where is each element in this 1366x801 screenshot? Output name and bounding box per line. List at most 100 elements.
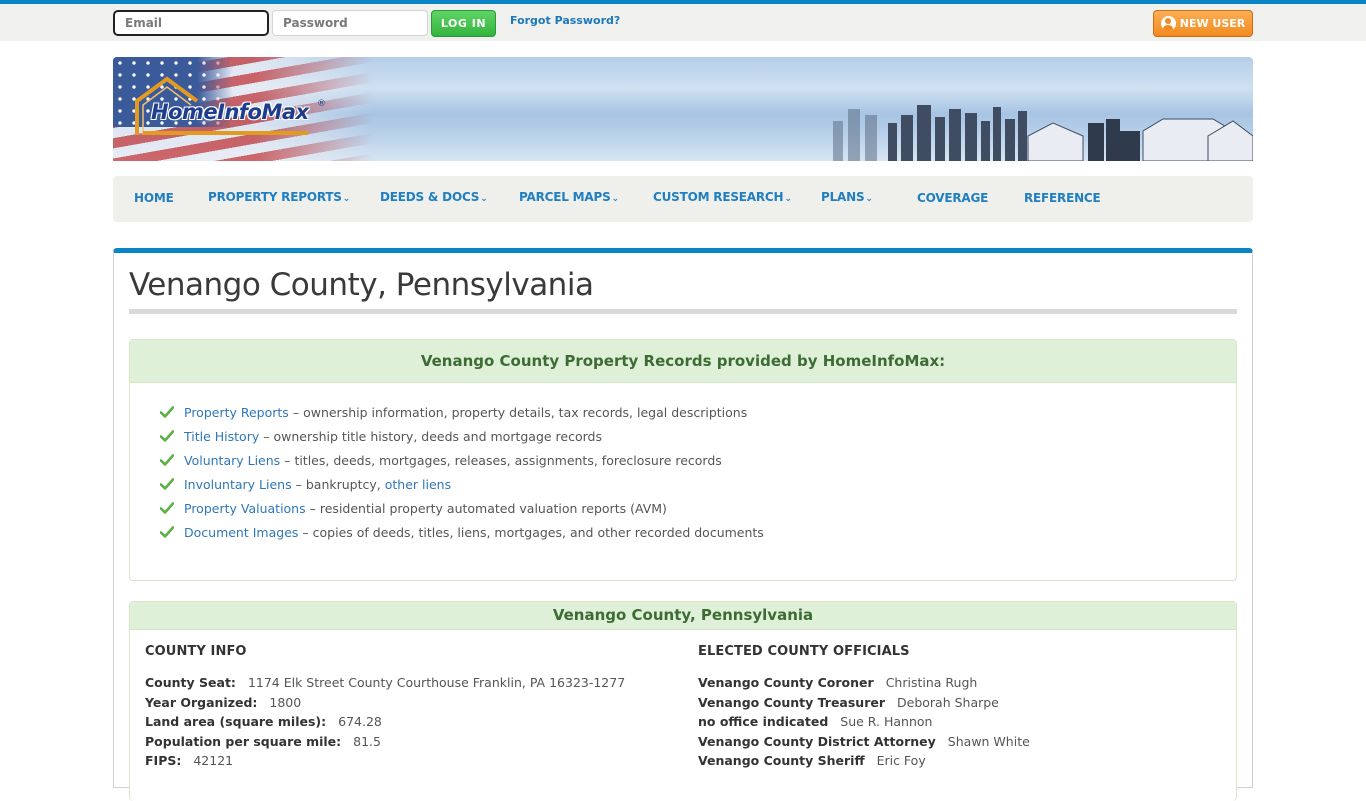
field-value: 42121: [193, 753, 234, 769]
nav-custom-research[interactable]: CUSTOM RESEARCH⌄: [653, 190, 792, 204]
county-info-heading: COUNTY INFO: [145, 644, 247, 659]
official-row: Venango County Coroner Christina Rugh: [698, 675, 1030, 695]
nav-property-reports-label: PROPERTY REPORTS: [208, 190, 342, 204]
logo-underline: [143, 131, 308, 135]
official-name: Deborah Sharpe: [897, 694, 999, 710]
chevron-down-icon: ⌄: [342, 194, 351, 204]
logo-text: HomeInfoMax: [151, 100, 309, 124]
page-title: Venango County, Pennsylvania: [129, 267, 594, 303]
official-row: Venango County Treasurer Deborah Sharpe: [698, 695, 1030, 715]
new-user-label: NEW USER: [1179, 17, 1246, 30]
forgot-password-link[interactable]: Forgot Password?: [510, 14, 620, 27]
field-label: Year Organized:: [145, 694, 258, 710]
county-seat-row: County Seat: 1174 Elk Street County Court…: [145, 675, 625, 695]
title-history-link[interactable]: Title History: [184, 429, 259, 444]
checkmark-icon: [160, 526, 174, 538]
dash-separator: –: [284, 452, 291, 468]
nav-custom-research-label: CUSTOM RESEARCH: [653, 190, 784, 204]
property-valuations-link[interactable]: Property Valuations: [184, 501, 306, 516]
field-value: 81.5: [353, 733, 381, 749]
login-bar: LOG IN Forgot Password? NEW USER: [0, 0, 1366, 41]
nav-reference-label: REFERENCE: [1024, 191, 1101, 205]
dash-separator: –: [263, 428, 270, 444]
dash-separator: –: [292, 404, 300, 420]
nav-parcel-maps[interactable]: PARCEL MAPS⌄: [519, 190, 619, 204]
county-info-section: COUNTY INFO County Seat: 1174 Elk Street …: [145, 644, 625, 773]
list-item: Title History – ownership title history,…: [160, 424, 764, 448]
title-divider: [129, 309, 1237, 314]
field-label: Population per square mile:: [145, 733, 342, 749]
nav-plans-label: PLANS: [821, 190, 865, 204]
checkmark-icon: [160, 478, 174, 490]
chevron-down-icon: ⌄: [611, 194, 620, 204]
other-liens-link[interactable]: other liens: [385, 477, 451, 492]
item-description: ownership information, property details,…: [303, 404, 748, 420]
nav-property-reports[interactable]: PROPERTY REPORTS⌄: [208, 190, 350, 204]
office-title: Venango County Coroner: [698, 675, 874, 690]
official-name: Eric Foy: [876, 753, 926, 769]
main-content-card: Venango County, Pennsylvania Venango Cou…: [113, 248, 1253, 801]
item-description: copies of deeds, titles, liens, mortgage…: [312, 524, 764, 540]
item-description: titles, deeds, mortgages, releases, assi…: [294, 452, 722, 468]
property-records-panel: Venango County Property Records provided…: [129, 339, 1237, 581]
dash-separator: –: [302, 524, 309, 540]
official-name: Christina Rugh: [885, 675, 978, 690]
nav-deeds-docs-label: DEEDS & DOCS: [380, 190, 480, 204]
nav-coverage-label: COVERAGE: [917, 191, 989, 205]
checkmark-icon: [160, 454, 174, 466]
nav-home-label: HOME: [134, 191, 174, 205]
new-user-button[interactable]: NEW USER: [1153, 10, 1253, 37]
login-button-label: LOG IN: [440, 17, 487, 30]
field-label: County Seat:: [145, 675, 236, 690]
field-value: 1800: [269, 694, 302, 710]
list-item: Document Images – copies of deeds, title…: [160, 520, 764, 544]
chevron-down-icon: ⌄: [784, 194, 792, 204]
checkmark-icon: [160, 430, 174, 442]
office-title: Venango County District Attorney: [698, 733, 936, 749]
official-name: Sue R. Hannon: [840, 714, 933, 730]
land-area-row: Land area (square miles): 674.28: [145, 714, 625, 734]
dash-separator: –: [295, 476, 302, 492]
homeinfomax-logo[interactable]: HomeInfoMax ®: [133, 75, 326, 139]
checkmark-icon: [160, 406, 174, 418]
year-organized-row: Year Organized: 1800: [145, 695, 625, 715]
property-records-heading: Venango County Property Records provided…: [130, 340, 1236, 383]
city-skyline-image: [833, 105, 1253, 161]
item-description: bankruptcy,: [305, 476, 385, 492]
document-images-link[interactable]: Document Images: [184, 525, 298, 540]
main-nav: HOME PROPERTY REPORTS⌄ DEEDS & DOCS⌄ PAR…: [113, 176, 1253, 222]
elected-officials-section: ELECTED COUNTY OFFICIALS Venango County …: [698, 644, 1030, 773]
list-item: Property Valuations – residential proper…: [160, 496, 764, 520]
property-reports-link[interactable]: Property Reports: [184, 405, 289, 420]
involuntary-liens-link[interactable]: Involuntary Liens: [184, 477, 292, 492]
elected-officials-heading: ELECTED COUNTY OFFICIALS: [698, 644, 910, 659]
item-description: residential property automated valuation…: [319, 500, 667, 516]
list-item: Voluntary Liens – titles, deeds, mortgag…: [160, 448, 764, 472]
population-density-row: Population per square mile: 81.5: [145, 734, 625, 754]
login-button[interactable]: LOG IN: [431, 10, 496, 37]
county-panel: Venango County, Pennsylvania COUNTY INFO…: [129, 601, 1237, 801]
field-label: Land area (square miles):: [145, 714, 327, 730]
county-panel-heading: Venango County, Pennsylvania: [130, 602, 1236, 630]
fips-row: FIPS: 42121: [145, 753, 625, 773]
official-name: Shawn White: [947, 733, 1030, 749]
list-item: Involuntary Liens – bankruptcy, other li…: [160, 472, 764, 496]
office-title: Venango County Treasurer: [698, 694, 885, 710]
email-input[interactable]: [113, 10, 269, 36]
nav-plans[interactable]: PLANS⌄: [821, 190, 873, 204]
site-banner: HomeInfoMax ®: [113, 57, 1253, 161]
voluntary-liens-link[interactable]: Voluntary Liens: [184, 453, 280, 468]
nav-deeds-docs[interactable]: DEEDS & DOCS⌄: [380, 190, 488, 204]
nav-home[interactable]: HOME: [134, 191, 174, 205]
password-input[interactable]: [272, 10, 428, 36]
nav-reference[interactable]: REFERENCE: [1024, 191, 1101, 205]
official-row: Venango County Sheriff Eric Foy: [698, 753, 1030, 773]
registered-mark: ®: [317, 99, 326, 109]
list-item: Property Reports – ownership information…: [160, 400, 764, 424]
item-description: ownership title history, deeds and mortg…: [273, 428, 602, 444]
official-row: no office indicated Sue R. Hannon: [698, 714, 1030, 734]
office-title: Venango County Sheriff: [698, 753, 865, 769]
nav-parcel-maps-label: PARCEL MAPS: [519, 190, 611, 204]
nav-coverage[interactable]: COVERAGE: [917, 191, 988, 205]
chevron-down-icon: ⌄: [865, 194, 873, 204]
